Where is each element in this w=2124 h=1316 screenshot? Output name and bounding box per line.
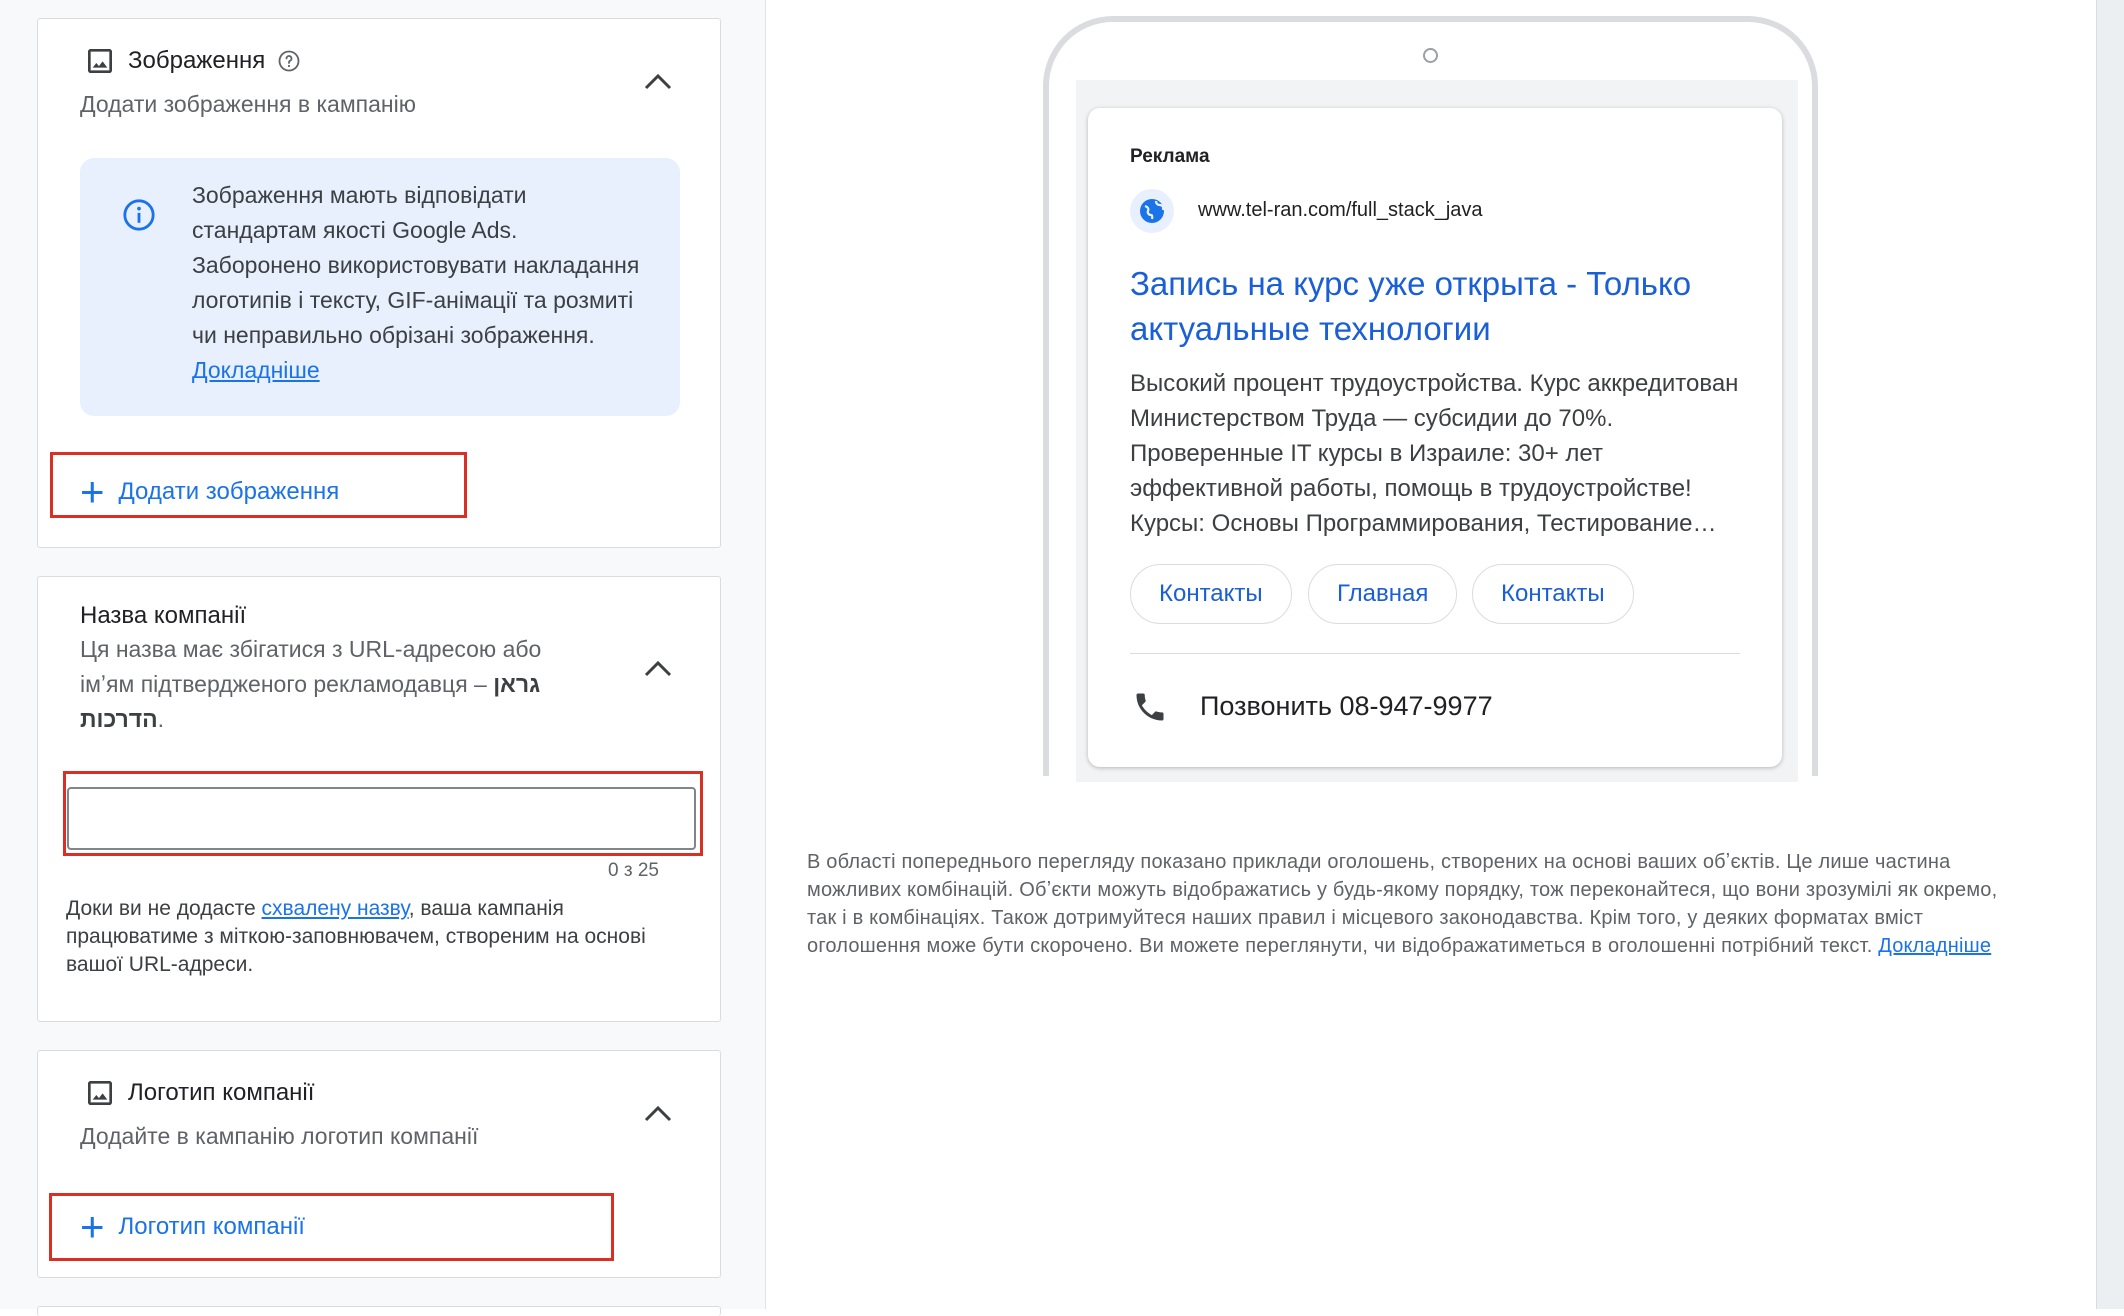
logo-card-header: Логотип компанії	[84, 1077, 314, 1109]
images-card-subtitle: Додати зображення в кампанію	[80, 91, 416, 117]
disclaimer-text: В області попереднього перегляду показан…	[807, 851, 1998, 957]
subtitle-text: Ця назва має збігатися з URL-адресою або…	[80, 636, 542, 697]
sitelink-chip[interactable]: Главная	[1308, 564, 1458, 624]
ad-divider	[1130, 653, 1740, 654]
logo-card: Логотип компанії Додайте в кампанію лого…	[37, 1050, 721, 1278]
company-name-card: Назва компанії Ця назва має збігатися з …	[37, 576, 721, 1022]
company-name-title: Назва компанії	[80, 602, 247, 629]
chevron-up-icon[interactable]	[643, 71, 673, 91]
ad-description: Высокий процент трудоустройства. Курс ак…	[1130, 366, 1750, 541]
image-icon	[88, 49, 112, 73]
phone-icon	[1136, 693, 1164, 721]
globe-icon	[1130, 189, 1174, 233]
add-image-button[interactable]: + Додати зображення	[80, 468, 340, 515]
info-body: Зображення мають відповідати стандартам …	[192, 182, 640, 348]
images-card-header: Зображення	[84, 45, 301, 77]
add-logo-label: Логотип компанії	[118, 1213, 305, 1240]
help-icon[interactable]	[277, 49, 301, 73]
logo-card-title: Логотип компанії	[128, 1079, 315, 1106]
phone-screen: Реклама www.tel-ran.com/full_stack_java …	[1076, 80, 1798, 782]
images-card: Зображення Додати зображення в кампанію …	[37, 18, 721, 548]
image-quality-info: Зображення мають відповідати стандартам …	[80, 158, 680, 416]
ad-headline[interactable]: Запись на курс уже открыта - Только акту…	[1130, 261, 1750, 351]
company-name-note: Доки ви не додасте схвалену назву, ваша …	[66, 895, 666, 979]
company-name-subtitle: Ця назва має збігатися з URL-адресою або…	[80, 632, 590, 737]
add-logo-button[interactable]: + Логотип компанії	[80, 1203, 305, 1250]
camera-dot	[1423, 48, 1438, 63]
disclaimer-learn-more-link[interactable]: Докладніше	[1878, 935, 1991, 957]
add-image-label: Додати зображення	[118, 478, 340, 505]
chevron-up-icon[interactable]	[643, 658, 673, 678]
company-name-input[interactable]	[67, 787, 696, 850]
images-card-title: Зображення	[128, 47, 266, 74]
chevron-up-icon[interactable]	[643, 1103, 673, 1123]
preview-disclaimer: В області попереднього перегляду показан…	[807, 848, 2027, 960]
sitelink-chip[interactable]: Контакты	[1472, 564, 1634, 624]
call-extension[interactable]: Позвонить 08-947-9977	[1200, 691, 1493, 722]
ad-card[interactable]: Реклама www.tel-ran.com/full_stack_java …	[1088, 108, 1782, 767]
subtitle-end: .	[157, 706, 165, 732]
logo-card-subtitle: Додайте в кампанію логотип компанії	[80, 1123, 479, 1149]
sitelink-chip[interactable]: Контакты	[1130, 564, 1292, 624]
scrollbar[interactable]	[2096, 0, 2124, 1309]
ad-description-last-line: Курсы: Основы Программирования, Тестиров…	[1130, 510, 1717, 537]
info-icon	[123, 199, 155, 231]
column-divider	[765, 0, 766, 1309]
char-counter: 0 з 25	[608, 860, 659, 881]
plus-icon: +	[80, 1203, 105, 1250]
ad-display-url: www.tel-ran.com/full_stack_java	[1198, 199, 1483, 221]
note-text: Доки ви не додасте	[66, 897, 256, 920]
phone-preview: Реклама www.tel-ran.com/full_stack_java …	[1043, 16, 1818, 782]
next-card	[37, 1306, 721, 1316]
approved-name-link[interactable]: схвалену назву	[262, 897, 409, 920]
info-text: Зображення мають відповідати стандартам …	[192, 178, 652, 388]
plus-icon: +	[80, 468, 105, 515]
image-icon	[88, 1081, 112, 1105]
ad-label: Реклама	[1130, 146, 1210, 167]
learn-more-link[interactable]: Докладніше	[192, 357, 320, 383]
ad-description-text: Высокий процент трудоустройства. Курс ак…	[1130, 370, 1739, 502]
globe-icon	[1140, 199, 1165, 223]
